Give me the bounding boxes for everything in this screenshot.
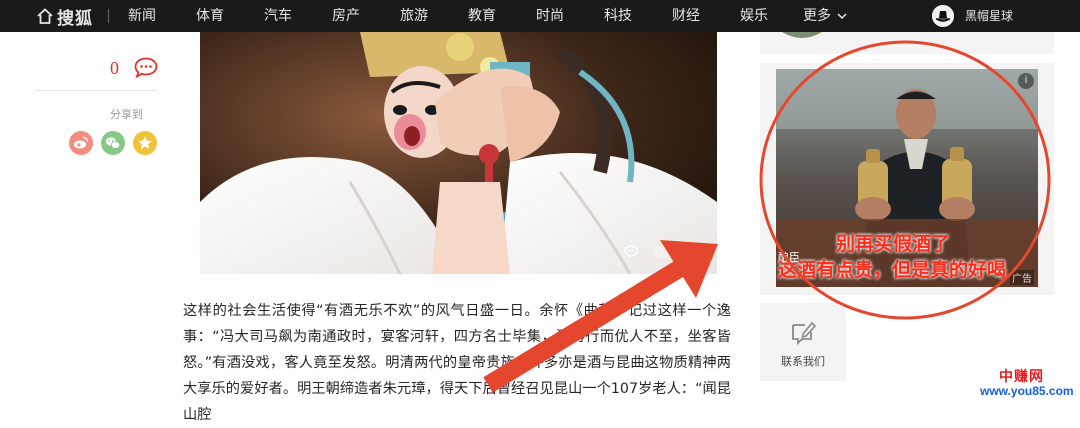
nav-item-auto[interactable]: 汽车 — [264, 6, 292, 26]
comment-icon[interactable] — [134, 57, 158, 78]
nav-item-more[interactable]: 更多 — [803, 6, 847, 26]
share-weibo-button[interactable] — [69, 131, 93, 155]
photo-watermark: 戏曲日报 — [652, 245, 701, 259]
site-watermark-url: www.you85.com — [980, 384, 1074, 398]
share-wechat-button[interactable] — [101, 131, 125, 155]
avatar-edge — [782, 32, 822, 38]
nav-divider — [108, 9, 109, 23]
top-nav-bar: 搜狐 新闻 体育 汽车 房产 旅游 教育 时尚 科技 财经 娱乐 更多 黑帽星球 — [0, 0, 1080, 32]
wechat-watermark-icon — [624, 245, 638, 257]
avatar-hat-icon — [932, 5, 954, 27]
contact-us-label: 联系我们 — [781, 355, 825, 368]
edit-feedback-icon — [792, 321, 817, 346]
ad-tag: 广告 — [1010, 270, 1034, 285]
nav-item-realestate[interactable]: 房产 — [332, 6, 360, 26]
nav-item-finance[interactable]: 财经 — [672, 6, 700, 26]
share-divider — [36, 90, 157, 91]
nav-item-travel[interactable]: 旅游 — [400, 6, 428, 26]
weibo-icon — [74, 136, 89, 149]
user-avatar[interactable] — [932, 5, 954, 27]
nav-item-tech[interactable]: 科技 — [604, 6, 632, 26]
sohu-logo[interactable]: 搜狐 — [36, 5, 93, 29]
wechat-icon — [106, 137, 121, 149]
comment-count[interactable]: 0 — [110, 58, 119, 79]
liquor-ad-image[interactable]: i 酿臣 别再买假酒了 这酒有点贵，但是真的好喝 广告 — [776, 69, 1038, 287]
share-label: 分享到 — [110, 108, 143, 121]
contact-us-button[interactable]: 联系我们 — [760, 303, 846, 381]
nav-item-news[interactable]: 新闻 — [128, 6, 156, 26]
sidebar-author-card — [760, 32, 1054, 54]
share-qzone-button[interactable] — [133, 131, 157, 155]
nav-item-education[interactable]: 教育 — [468, 6, 496, 26]
site-watermark-title: 中赚网 — [999, 369, 1044, 385]
logo-text: 搜狐 — [57, 8, 93, 29]
nav-more-label: 更多 — [803, 8, 831, 24]
chevron-down-icon — [837, 13, 847, 20]
article-paragraph: 这样的社会生活使得“有酒无乐不欢”的风气日盛一日。余怀《曲苑》记过这样一个逸事：… — [183, 303, 731, 423]
ad-info-icon[interactable]: i — [1018, 73, 1034, 89]
article-photo[interactable]: 戏曲日报 — [200, 32, 717, 274]
home-icon — [37, 8, 53, 24]
nav-item-fashion[interactable]: 时尚 — [536, 6, 564, 26]
nav-item-entertainment[interactable]: 娱乐 — [740, 6, 768, 26]
user-name[interactable]: 黑帽星球 — [965, 7, 1013, 25]
opera-performer-image — [200, 32, 717, 274]
ad-headline-2: 这酒有点贵，但是真的好喝 — [778, 259, 1007, 281]
star-icon — [138, 136, 152, 149]
ad-headline-1: 别再买假酒了 — [836, 233, 951, 255]
nav-item-sports[interactable]: 体育 — [196, 6, 224, 26]
